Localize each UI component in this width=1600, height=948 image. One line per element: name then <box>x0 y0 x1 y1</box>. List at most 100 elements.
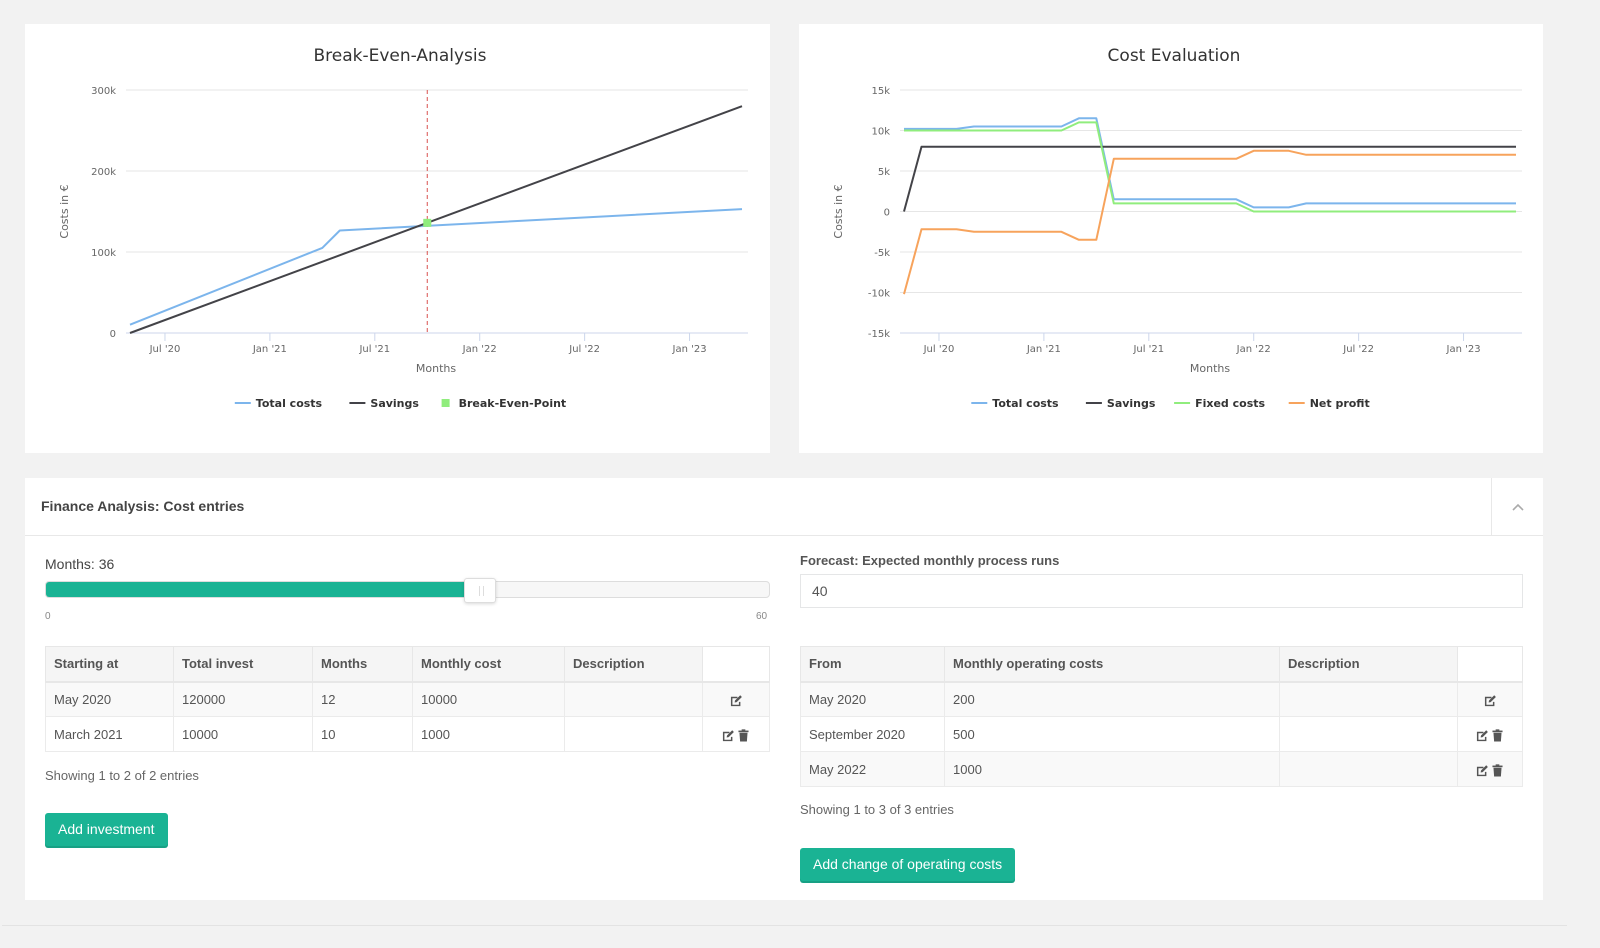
cell-description <box>1279 751 1458 787</box>
collapse-button[interactable] <box>1491 478 1543 536</box>
edit-icon[interactable] <box>730 694 743 707</box>
cell-from: September 2020 <box>800 716 945 752</box>
break-even-chart: Break-Even-Analysis 0 100k 200k 300k Jul '20 J… <box>58 46 748 410</box>
cell-months: 12 <box>312 681 413 717</box>
series-line-total-costs <box>129 208 743 326</box>
add-investment-button[interactable]: Add investment <box>45 813 168 846</box>
cell-actions <box>702 681 770 717</box>
cell-actions <box>1457 681 1523 717</box>
x-tick-label: Jan '22 <box>462 344 497 355</box>
cell-starting-at: May 2020 <box>45 681 174 717</box>
months-label: Months: 36 <box>45 556 115 572</box>
column-header-total-invest[interactable]: Total invest <box>173 646 313 683</box>
x-tick-label: Jul '20 <box>149 344 181 355</box>
slider-max-label: 60 <box>756 611 768 622</box>
cell-actions <box>702 716 770 752</box>
trash-icon[interactable] <box>1491 763 1504 777</box>
cell-monthly-operating-costs: 200 <box>944 681 1280 717</box>
forecast-input[interactable] <box>800 574 1523 608</box>
edit-icon[interactable] <box>1484 694 1497 707</box>
legend-item-savings[interactable]: Savings <box>1085 397 1156 410</box>
x-tick-label: Jul '21 <box>358 344 390 355</box>
cell-description <box>1279 716 1458 752</box>
legend-item-fixed-costs[interactable]: Fixed costs <box>1174 397 1266 410</box>
x-tick-label: Jan '21 <box>1026 344 1061 355</box>
slider-fill <box>46 582 480 597</box>
table-row: September 2020 500 <box>800 716 1523 752</box>
y-tick-label: 0 <box>884 208 890 219</box>
x-tick-label: Jan '22 <box>1236 344 1271 355</box>
x-tick-label: Jan '21 <box>252 344 287 355</box>
y-tick-label: 200k <box>91 167 116 178</box>
trash-icon[interactable] <box>737 728 750 742</box>
column-header-starting-at[interactable]: Starting at <box>45 646 174 683</box>
chevron-up-icon <box>1511 503 1524 511</box>
add-operating-cost-button[interactable]: Add change of operating costs <box>800 848 1016 881</box>
column-header-monthly-cost[interactable]: Monthly cost <box>412 646 565 683</box>
legend-item-savings[interactable]: Savings <box>349 397 419 410</box>
legend-label: Fixed costs <box>1195 397 1265 410</box>
x-tick-label: Jul '21 <box>1132 344 1164 355</box>
x-tick-label: Jan '23 <box>672 344 707 355</box>
legend-symbol <box>441 399 450 407</box>
column-header-description[interactable]: Description <box>1279 646 1458 683</box>
cell-from: May 2022 <box>800 751 945 787</box>
series-line-total-costs <box>904 117 1516 209</box>
operating-costs-table: From Monthly operating costs Description… <box>800 646 1523 787</box>
cost-evaluation-chart: Cost Evaluation -15k -10k -5k 0 5k 10k 15k Jul '… <box>832 46 1522 410</box>
cell-actions <box>1457 751 1523 787</box>
investments-table-info: Showing 1 to 2 of 2 entries <box>45 768 199 783</box>
legend-item-net-profit[interactable]: Net profit <box>1288 397 1370 410</box>
table-row: May 2020 200 <box>800 681 1523 717</box>
y-tick-label: 15k <box>871 86 890 97</box>
column-header-months[interactable]: Months <box>312 646 413 683</box>
cell-description <box>564 716 703 752</box>
legend-item-break-even-point[interactable]: Break-Even-Point <box>441 397 567 410</box>
trash-icon[interactable] <box>1491 728 1504 742</box>
table-row: March 2021 10000 10 1000 <box>45 716 770 752</box>
cell-starting-at: March 2021 <box>45 716 174 752</box>
legend-label: Savings <box>370 397 419 410</box>
slider-min-label: 0 <box>45 611 51 622</box>
legend-label: Total costs <box>992 397 1059 410</box>
edit-icon[interactable] <box>722 729 735 742</box>
cell-months: 10 <box>312 716 413 752</box>
break-even-point-marker <box>423 218 432 227</box>
panel-title: Finance Analysis: Cost entries <box>41 498 245 514</box>
cell-description <box>1279 681 1458 717</box>
column-header-from[interactable]: From <box>800 646 945 683</box>
y-tick-label: 0 <box>110 329 116 340</box>
edit-icon[interactable] <box>1476 729 1489 742</box>
finance-analysis-panel: Finance Analysis: Cost entries Months: 3… <box>25 478 1543 900</box>
series-line-net-profit <box>903 149 1516 295</box>
legend-item-total-costs[interactable]: Total costs <box>234 397 323 410</box>
legend-item-total-costs[interactable]: Total costs <box>971 397 1059 410</box>
table-header-row: Starting at Total invest Months Monthly … <box>45 646 770 683</box>
edit-icon[interactable] <box>1476 764 1489 777</box>
months-slider[interactable] <box>45 578 770 603</box>
column-header-monthly-operating-costs[interactable]: Monthly operating costs <box>944 646 1280 683</box>
cell-actions <box>1457 716 1523 752</box>
column-header-actions <box>1457 646 1523 683</box>
y-axis-title: Costs in € <box>832 184 845 238</box>
y-tick-label: -10k <box>868 289 890 300</box>
y-tick-label: 300k <box>91 86 116 97</box>
slider-handle[interactable] <box>463 578 496 603</box>
x-tick-label: Jul '22 <box>568 344 600 355</box>
cell-monthly-operating-costs: 1000 <box>944 751 1280 787</box>
y-tick-label: 10k <box>871 127 890 138</box>
investments-table: Starting at Total invest Months Monthly … <box>45 646 770 752</box>
legend-label: Break-Even-Point <box>459 397 567 410</box>
cell-monthly-cost: 1000 <box>412 716 565 752</box>
x-tick-label: Jan '23 <box>1446 344 1481 355</box>
y-tick-label: 5k <box>878 167 890 178</box>
cell-description <box>564 681 703 717</box>
cell-monthly-operating-costs: 500 <box>944 716 1280 752</box>
y-tick-label: -15k <box>868 329 890 340</box>
column-header-description[interactable]: Description <box>564 646 703 683</box>
x-tick-label: Jul '20 <box>923 344 955 355</box>
cell-total-invest: 10000 <box>173 716 313 752</box>
y-tick-label: 100k <box>91 248 116 259</box>
table-row: May 2022 1000 <box>800 751 1523 787</box>
table-row: May 2020 120000 12 10000 <box>45 681 770 717</box>
